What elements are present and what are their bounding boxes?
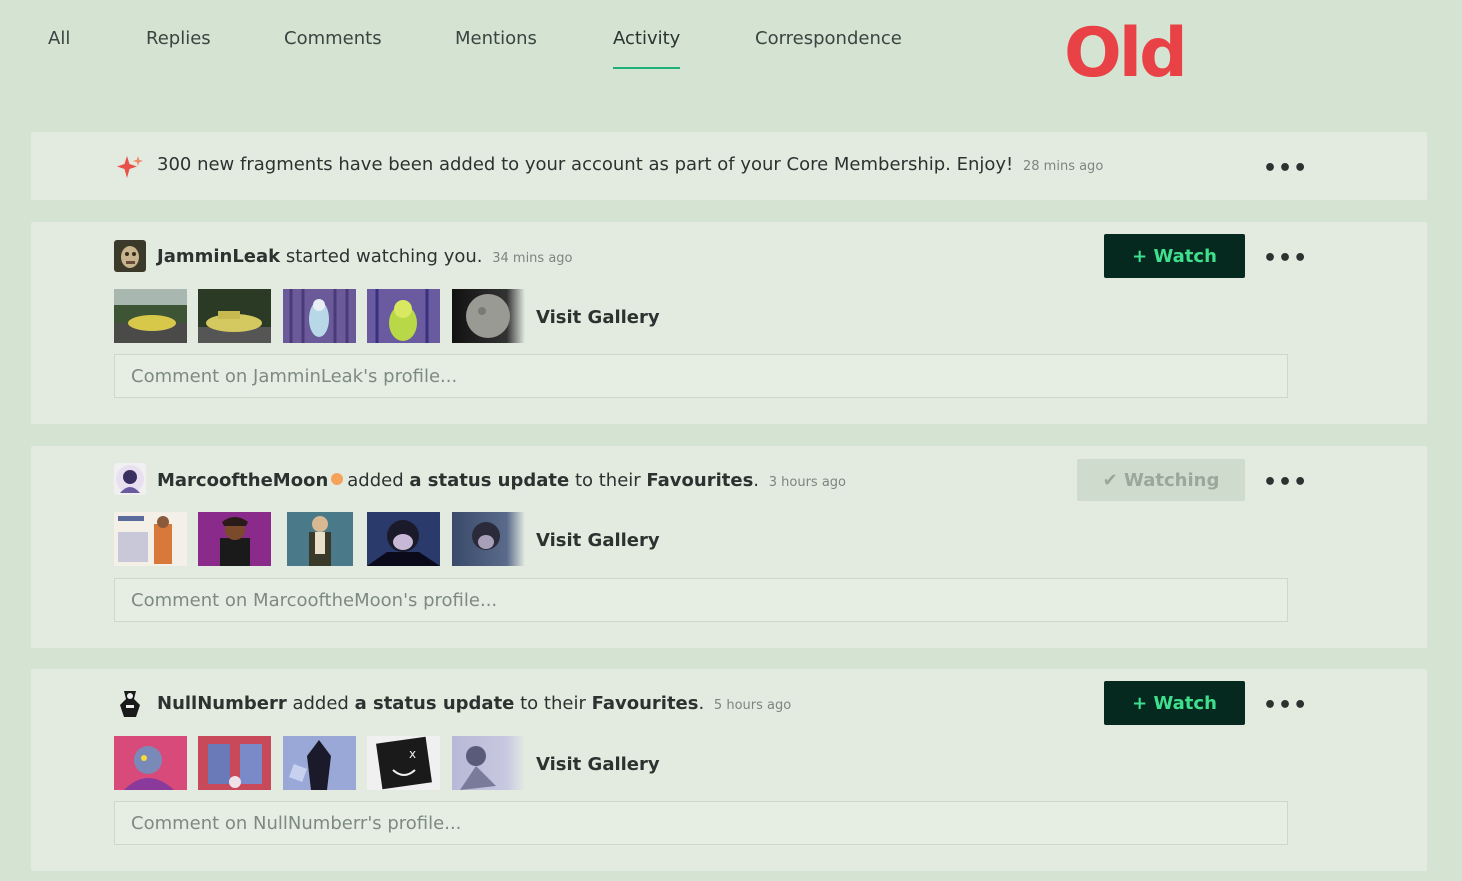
avatar[interactable] (114, 463, 146, 495)
watch-button[interactable]: + Watch (1104, 681, 1245, 725)
visit-gallery-link[interactable]: Visit Gallery (536, 307, 660, 328)
old-overlay-label: Old (1064, 14, 1188, 93)
visit-gallery-link[interactable]: Visit Gallery (536, 754, 660, 775)
gallery-thumbnail[interactable] (283, 736, 356, 790)
tab-all[interactable]: All (48, 28, 70, 67)
svg-text:x: x (409, 747, 416, 761)
visit-gallery-link[interactable]: Visit Gallery (536, 530, 660, 551)
notification-tabs: All Replies Comments Mentions Activity C… (0, 0, 1462, 110)
action-target[interactable]: Favourites (646, 470, 753, 491)
core-badge-icon (331, 473, 344, 485)
gallery-thumbnail[interactable] (283, 289, 356, 343)
action-text: added (347, 470, 404, 491)
sparkle-icon (117, 156, 143, 178)
gallery-thumbnail[interactable] (452, 736, 525, 790)
avatar[interactable] (114, 687, 146, 719)
action-connector: to their (520, 693, 586, 714)
notice-card: 300 new fragments have been added to you… (31, 132, 1427, 200)
feed-item: MarcooftheMoon added a status update to t… (31, 446, 1427, 648)
gallery-thumbnail[interactable] (283, 512, 356, 566)
feed-more-button[interactable]: ••• (1263, 695, 1308, 717)
gallery-thumbnail[interactable] (114, 289, 187, 343)
gallery-thumbnail[interactable] (114, 512, 187, 566)
tab-comments[interactable]: Comments (284, 28, 382, 67)
feed-headline: NullNumberr added a status update to the… (157, 693, 792, 714)
action-connector: to their (574, 470, 641, 491)
feed-item: JamminLeak started watching you. 34 mins… (31, 222, 1427, 424)
action-target[interactable]: Favourites (592, 693, 699, 714)
gallery-thumbnail[interactable] (198, 512, 271, 566)
comment-input[interactable]: Comment on MarcooftheMoon's profile... (114, 578, 1288, 622)
notice-more-button[interactable]: ••• (1263, 158, 1308, 180)
username-link[interactable]: MarcooftheMoon (157, 470, 328, 491)
gallery-thumbnail[interactable] (367, 289, 440, 343)
feed-item: NullNumberr added a status update to the… (31, 669, 1427, 871)
notice-message: 300 new fragments have been added to you… (157, 154, 1014, 175)
feed-more-button[interactable]: ••• (1263, 472, 1308, 494)
tab-mentions[interactable]: Mentions (455, 28, 537, 67)
action-text: added (292, 693, 349, 714)
gallery-thumbnail[interactable] (367, 512, 440, 566)
watch-button[interactable]: + Watch (1104, 234, 1245, 278)
feed-time: 3 hours ago (768, 475, 847, 490)
username-link[interactable]: JamminLeak (157, 246, 280, 267)
gallery-thumbnail[interactable] (452, 289, 525, 343)
avatar[interactable] (114, 240, 146, 272)
tab-correspondence[interactable]: Correspondence (755, 28, 902, 67)
gallery-thumbnail[interactable]: x (367, 736, 440, 790)
feed-headline: MarcooftheMoon added a status update to t… (157, 470, 847, 491)
tab-replies[interactable]: Replies (146, 28, 211, 67)
username-link[interactable]: NullNumberr (157, 693, 287, 714)
comment-input[interactable]: Comment on NullNumberr's profile... (114, 801, 1288, 845)
tab-activity[interactable]: Activity (613, 28, 681, 69)
gallery-thumbnail[interactable] (198, 736, 271, 790)
watching-button[interactable]: ✔ Watching (1077, 459, 1245, 501)
feed-time: 5 hours ago (713, 698, 792, 713)
action-object[interactable]: a status update (409, 470, 569, 491)
action-object[interactable]: a status update (355, 693, 515, 714)
action-text: started watching you. (285, 246, 483, 267)
feed-time: 34 mins ago (492, 251, 573, 266)
notice-time: 28 mins ago (1023, 159, 1104, 174)
notice-text: 300 new fragments have been added to you… (157, 154, 1103, 175)
comment-input[interactable]: Comment on JamminLeak's profile... (114, 354, 1288, 398)
gallery-thumbnail[interactable] (452, 512, 525, 566)
feed-headline: JamminLeak started watching you. 34 mins… (157, 246, 573, 267)
gallery-thumbnail[interactable] (114, 736, 187, 790)
gallery-thumbnail[interactable] (198, 289, 271, 343)
feed-more-button[interactable]: ••• (1263, 248, 1308, 270)
